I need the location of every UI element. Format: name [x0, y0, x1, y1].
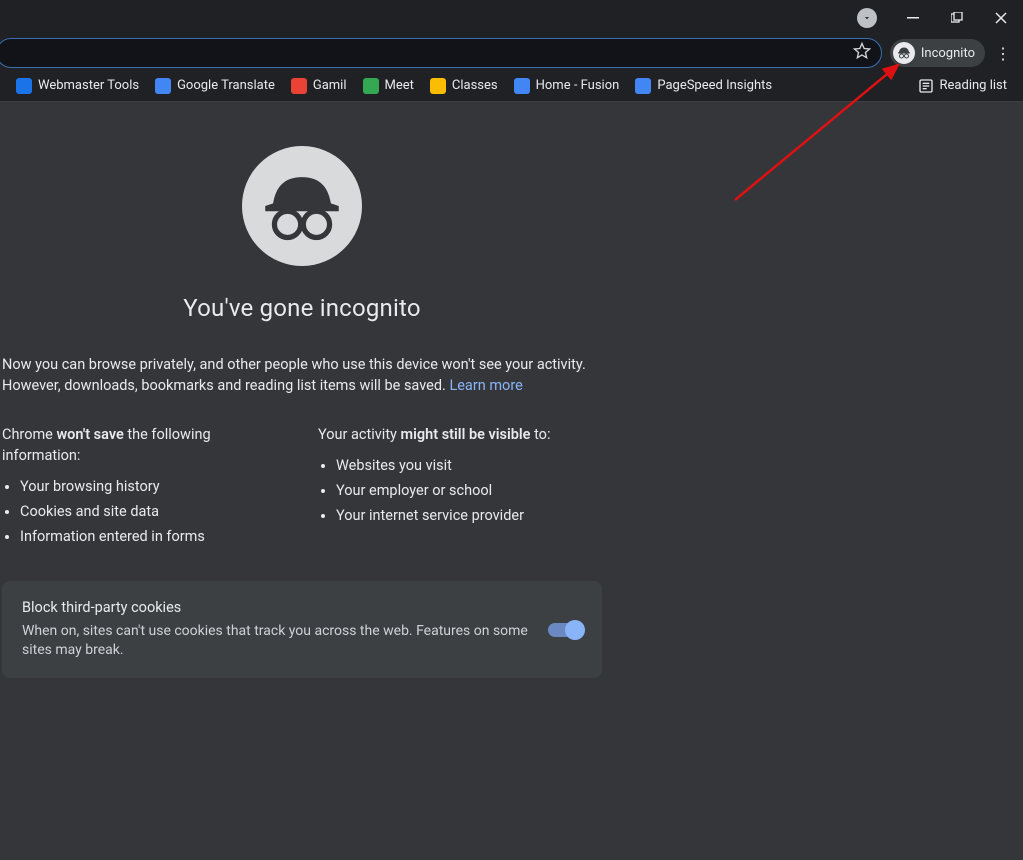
list-item: Your internet service provider [336, 505, 602, 526]
reading-list-label: Reading list [940, 78, 1007, 93]
intro-line-1: Now you can browse privately, and other … [2, 354, 602, 375]
incognito-badge-label: Incognito [921, 46, 975, 61]
reading-list-button[interactable]: Reading list [910, 74, 1015, 98]
cookie-card-description: When on, sites can't use cookies that tr… [22, 622, 532, 660]
favicon [514, 78, 530, 94]
list-item: Your employer or school [336, 480, 602, 501]
incognito-hero-icon [242, 146, 362, 266]
bookmark-label: Google Translate [177, 78, 275, 93]
favicon [16, 78, 32, 94]
favicon [291, 78, 307, 94]
block-cookies-toggle[interactable] [548, 623, 582, 637]
wont-save-heading: Chrome won't save the following informat… [2, 424, 286, 466]
reading-list-icon [918, 78, 934, 94]
favicon [635, 78, 651, 94]
incognito-icon [893, 42, 915, 64]
bookmark-label: PageSpeed Insights [657, 78, 772, 93]
cookie-card-title: Block third-party cookies [22, 599, 532, 616]
bookmark-item[interactable]: Classes [422, 74, 506, 98]
page-title: You've gone incognito [2, 294, 602, 322]
list-item: Your browsing history [20, 476, 286, 497]
bookmark-item[interactable]: Gamil [283, 74, 355, 98]
bookmark-label: Meet [385, 78, 414, 93]
bookmark-item[interactable]: PageSpeed Insights [627, 74, 780, 98]
favicon [430, 78, 446, 94]
bookmark-label: Gamil [313, 78, 347, 93]
incognito-badge[interactable]: Incognito [890, 39, 985, 67]
bookmark-item[interactable]: Meet [355, 74, 422, 98]
bookmarks-bar: Webmaster Tools Google Translate Gamil Meet… [0, 70, 1023, 102]
favicon [155, 78, 171, 94]
list-item: Information entered in forms [20, 526, 286, 547]
list-item: Cookies and site data [20, 501, 286, 522]
browser-menu-button[interactable]: ⋮ [989, 44, 1017, 63]
bookmark-label: Classes [452, 78, 498, 93]
bookmark-star-icon[interactable] [853, 42, 871, 64]
address-bar[interactable] [0, 38, 882, 68]
bookmark-label: Home - Fusion [536, 78, 620, 93]
bookmark-item[interactable]: Webmaster Tools [8, 74, 147, 98]
window-close-button[interactable] [979, 0, 1023, 36]
third-party-cookie-card: Block third-party cookies When on, sites… [2, 581, 602, 678]
intro-line-2: However, downloads, bookmarks and readin… [2, 377, 449, 394]
bookmark-item[interactable]: Google Translate [147, 74, 283, 98]
browser-toolbar: Incognito ⋮ [0, 36, 1023, 70]
tab-search-button[interactable] [857, 8, 877, 28]
learn-more-link[interactable]: Learn more [449, 377, 522, 394]
page-content: You've gone incognito Now you can browse… [0, 102, 1023, 860]
list-item: Websites you visit [336, 455, 602, 476]
bookmark-label: Webmaster Tools [38, 78, 139, 93]
visible-to-heading: Your activity might still be visible to: [318, 424, 602, 445]
window-titlebar [0, 0, 1023, 36]
bookmark-item[interactable]: Home - Fusion [506, 74, 628, 98]
favicon [363, 78, 379, 94]
window-minimize-button[interactable] [891, 0, 935, 36]
window-maximize-button[interactable] [935, 0, 979, 36]
